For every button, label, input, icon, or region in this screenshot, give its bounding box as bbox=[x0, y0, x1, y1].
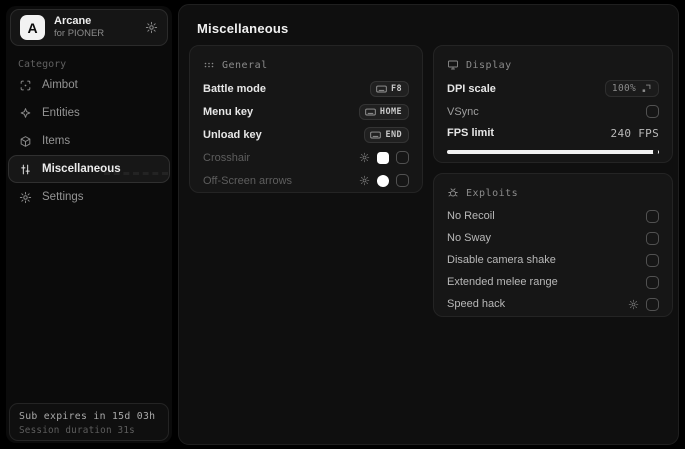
app-logo-letter: A bbox=[27, 19, 38, 36]
display-panel-header: Display bbox=[447, 56, 659, 74]
page-title: Miscellaneous bbox=[197, 21, 289, 36]
app-header-card: A Arcane for PIONER bbox=[10, 9, 168, 46]
app-logo: A bbox=[20, 15, 45, 40]
dpi-scale-label: DPI scale bbox=[447, 82, 496, 95]
battle-mode-label: Battle mode bbox=[203, 82, 266, 95]
no-recoil-checkbox[interactable] bbox=[646, 209, 659, 223]
sidebar-item-label: Entities bbox=[42, 107, 80, 119]
exploits-panel-title: Exploits bbox=[466, 187, 519, 199]
subscription-card: Sub expires in 15d 03h Session duration … bbox=[9, 403, 169, 441]
app-name: Arcane bbox=[54, 14, 92, 27]
app-meta: Arcane for PIONER bbox=[54, 15, 104, 41]
sidebar-item-settings[interactable]: Settings bbox=[8, 183, 170, 211]
keyboard-icon bbox=[376, 85, 387, 93]
battle-mode-row: Battle mode F8 bbox=[203, 77, 409, 100]
fps-slider-knob[interactable] bbox=[653, 149, 658, 155]
crosshair-gear-icon[interactable] bbox=[359, 152, 370, 163]
unload-key-value: END bbox=[385, 129, 402, 140]
menu-key-label: Menu key bbox=[203, 105, 254, 118]
monitor-icon bbox=[447, 59, 459, 71]
fps-limit-label: FPS limit bbox=[447, 127, 495, 139]
battle-mode-keybind[interactable]: F8 bbox=[369, 80, 409, 97]
disable-camera-shake-checkbox[interactable] bbox=[646, 253, 659, 267]
unload-keybind[interactable]: END bbox=[364, 126, 409, 143]
disable-camera-shake-label: Disable camera shake bbox=[447, 254, 556, 266]
offscreen-arrows-gear-icon[interactable] bbox=[359, 175, 370, 186]
category-label: Category bbox=[18, 59, 67, 70]
offscreen-arrows-row: Off-Screen arrows bbox=[203, 169, 409, 192]
extended-melee-range-label: Extended melee range bbox=[447, 276, 558, 288]
vsync-checkbox[interactable] bbox=[646, 105, 659, 118]
display-panel: Display DPI scale 100% VSync FPS limit 2… bbox=[433, 45, 673, 163]
main-content: Miscellaneous General Battle mode F8 Men… bbox=[178, 4, 679, 445]
offscreen-arrows-color-swatch[interactable] bbox=[377, 174, 389, 187]
dpi-scale-value: 100% bbox=[611, 83, 636, 94]
exploits-panel: Exploits No Recoil No Sway Disable camer… bbox=[433, 173, 673, 317]
sidebar-item-label: Aimbot bbox=[42, 79, 78, 91]
sub-expires-text: Sub expires in 15d 03h bbox=[19, 411, 156, 422]
exploits-panel-header: Exploits bbox=[447, 184, 659, 202]
session-duration-text: Session duration 31s bbox=[19, 425, 135, 437]
crosshair-checkbox[interactable] bbox=[396, 151, 409, 164]
keyboard-icon bbox=[370, 131, 382, 139]
crosshair-row: Crosshair bbox=[203, 146, 409, 169]
no-recoil-label: No Recoil bbox=[447, 210, 495, 222]
sidebar: A Arcane for PIONER Category Aimbot Enti… bbox=[6, 6, 172, 443]
keyboard-icon bbox=[365, 108, 376, 116]
crosshair-label: Crosshair bbox=[203, 151, 251, 164]
speed-hack-gear-icon[interactable] bbox=[628, 299, 639, 310]
sidebar-item-items[interactable]: Items bbox=[8, 127, 170, 155]
no-sway-checkbox[interactable] bbox=[646, 231, 659, 245]
dpi-scale-row: DPI scale 100% bbox=[447, 77, 659, 100]
sliders-icon bbox=[19, 163, 32, 176]
unload-key-row: Unload key END bbox=[203, 123, 409, 146]
fps-limit-row: FPS limit 240 FPS bbox=[447, 123, 659, 143]
offscreen-arrows-label: Off-Screen arrows bbox=[203, 174, 293, 187]
general-panel-title: General bbox=[222, 59, 268, 71]
sparkle-icon bbox=[19, 107, 32, 120]
no-sway-row: No Sway bbox=[447, 227, 659, 249]
scan-icon bbox=[19, 79, 32, 92]
extended-melee-range-row: Extended melee range bbox=[447, 271, 659, 293]
cube-icon bbox=[19, 135, 32, 148]
speed-hack-label: Speed hack bbox=[447, 298, 506, 310]
general-panel-header: General bbox=[203, 56, 409, 74]
app-subtitle: for PIONER bbox=[54, 28, 105, 40]
sidebar-nav: Aimbot Entities Items Miscellaneous Sett… bbox=[8, 71, 170, 211]
speed-hack-checkbox[interactable] bbox=[646, 297, 659, 311]
crosshair-color-swatch[interactable] bbox=[377, 151, 389, 164]
sidebar-item-label: Items bbox=[42, 135, 71, 147]
fps-limit-value: 240 FPS bbox=[610, 126, 659, 140]
vsync-row: VSync bbox=[447, 100, 659, 123]
fps-limit-slider[interactable] bbox=[447, 149, 659, 155]
sidebar-item-entities[interactable]: Entities bbox=[8, 99, 170, 127]
bug-icon bbox=[447, 187, 459, 199]
menu-key-row: Menu key HOME bbox=[203, 100, 409, 123]
dashed-decoration bbox=[104, 172, 168, 175]
scale-icon bbox=[641, 83, 652, 94]
sidebar-item-miscellaneous[interactable]: Miscellaneous bbox=[8, 155, 170, 183]
extended-melee-range-checkbox[interactable] bbox=[646, 275, 659, 289]
unload-key-label: Unload key bbox=[203, 128, 262, 141]
display-panel-title: Display bbox=[466, 59, 512, 71]
offscreen-arrows-checkbox[interactable] bbox=[396, 174, 409, 187]
sidebar-item-label: Settings bbox=[42, 191, 84, 203]
menu-keybind[interactable]: HOME bbox=[358, 103, 409, 120]
no-recoil-row: No Recoil bbox=[447, 205, 659, 227]
sidebar-item-aimbot[interactable]: Aimbot bbox=[8, 71, 170, 99]
battle-mode-key-value: F8 bbox=[390, 83, 402, 94]
dpi-scale-selector[interactable]: 100% bbox=[604, 80, 659, 97]
disable-camera-shake-row: Disable camera shake bbox=[447, 249, 659, 271]
account-gear-icon[interactable] bbox=[145, 21, 158, 34]
gear-icon bbox=[19, 191, 32, 204]
no-sway-label: No Sway bbox=[447, 232, 492, 244]
fps-slider-fill bbox=[447, 149, 659, 155]
vsync-label: VSync bbox=[447, 105, 479, 118]
general-panel: General Battle mode F8 Menu key HOME Unl… bbox=[189, 45, 423, 193]
grid-dots-icon bbox=[203, 59, 215, 71]
speed-hack-row: Speed hack bbox=[447, 293, 659, 315]
menu-key-value: HOME bbox=[379, 106, 402, 117]
